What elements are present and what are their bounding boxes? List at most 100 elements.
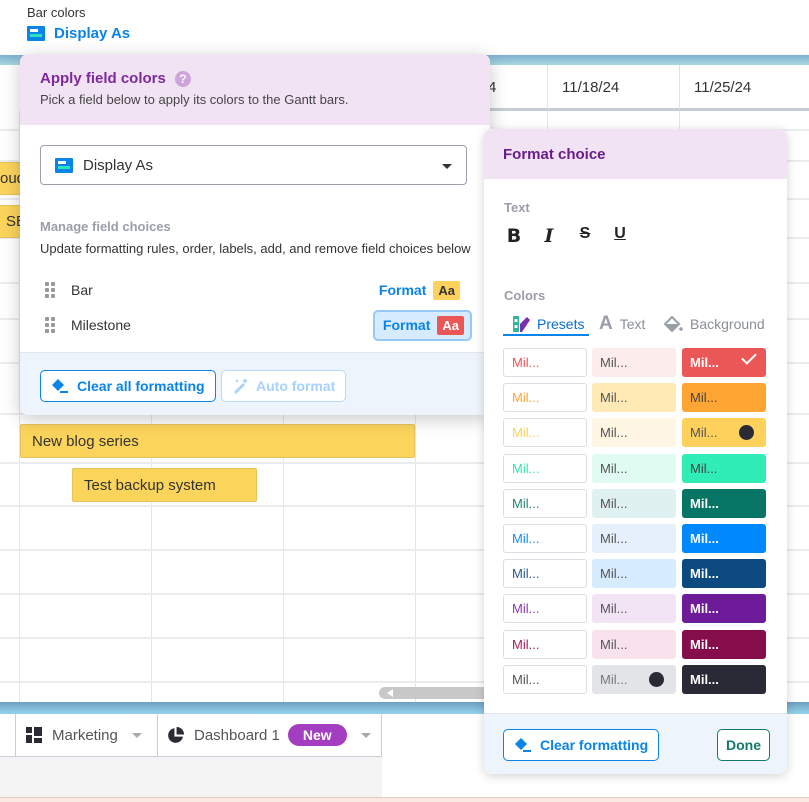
- swatch-label: Mil...: [690, 671, 719, 687]
- color-swatch[interactable]: Mil...: [682, 664, 766, 694]
- underline-button[interactable]: U: [610, 225, 630, 247]
- color-swatch[interactable]: Mil...: [503, 664, 587, 694]
- bold-button[interactable]: B: [504, 225, 524, 247]
- color-swatch[interactable]: Mil...: [503, 348, 587, 377]
- swatch-label: Mil...: [512, 566, 540, 582]
- swatch-label: Mil...: [690, 601, 719, 617]
- swatch-label: Mil...: [690, 636, 719, 652]
- color-swatch[interactable]: Mil...: [592, 348, 676, 377]
- swatch-label: Mil...: [512, 460, 540, 476]
- display-as-link[interactable]: Display As: [27, 25, 130, 42]
- panel-subtitle: Pick a field below to apply its colors t…: [40, 92, 349, 107]
- choice-row-milestone: Milestone Format Aa: [40, 309, 472, 341]
- color-swatch[interactable]: Mil...: [592, 383, 676, 413]
- color-swatch[interactable]: Mil...: [503, 594, 587, 624]
- swatch-label: Mil...: [600, 601, 628, 617]
- color-swatch[interactable]: Mil...: [503, 629, 587, 659]
- swatch-label: Mil...: [690, 355, 719, 370]
- magic-wand-icon: [234, 378, 248, 394]
- swatch-label: Mil...: [512, 671, 540, 687]
- tab-label: Text: [619, 316, 646, 332]
- color-swatch[interactable]: Mil...: [682, 594, 766, 624]
- tab-background-color[interactable]: Background: [664, 313, 765, 335]
- chevron-down-icon[interactable]: [131, 732, 142, 738]
- apply-field-colors-panel: Apply field colors ? Pick a field below …: [20, 54, 490, 415]
- swatch-label: Mil...: [690, 566, 719, 582]
- tab-presets[interactable]: Presets: [513, 313, 584, 335]
- display-as-link-label: Display As: [54, 25, 131, 42]
- color-swatch[interactable]: Mil...: [503, 418, 587, 448]
- tab-label: Background: [690, 316, 765, 332]
- swatch-label: Mil...: [600, 495, 628, 511]
- color-swatch[interactable]: Mil...: [592, 488, 676, 518]
- color-swatch[interactable]: Mil...: [503, 488, 587, 518]
- color-swatch[interactable]: Mil...: [682, 383, 766, 413]
- pie-chart-icon: [168, 726, 184, 743]
- page-bottom-strip: [0, 797, 809, 802]
- help-icon[interactable]: ?: [174, 70, 191, 87]
- strikethrough-button[interactable]: S: [575, 225, 595, 247]
- color-swatch[interactable]: Mil...: [682, 348, 766, 377]
- color-swatch[interactable]: Mil...: [592, 524, 676, 553]
- done-button[interactable]: Done: [717, 729, 770, 761]
- swatch-label: Mil...: [600, 636, 628, 652]
- format-choice-title: Format choice: [484, 129, 787, 179]
- manage-choices-label: Manage field choices: [40, 219, 171, 234]
- color-swatch[interactable]: Mil...: [592, 629, 676, 659]
- display-as-field-icon: [55, 157, 73, 173]
- default-dot-icon: [739, 425, 754, 441]
- italic-button[interactable]: I: [539, 225, 559, 247]
- swatch-label: Mil...: [690, 425, 718, 441]
- bar-colors-label: Bar colors: [27, 5, 86, 20]
- active-tab-indicator: [503, 334, 589, 336]
- tab-marketing[interactable]: Marketing: [15, 714, 157, 756]
- format-preview-chip: Aa: [437, 315, 464, 335]
- check-icon: [741, 349, 757, 365]
- drag-handle-icon[interactable]: [45, 282, 55, 298]
- color-swatch[interactable]: Mil...: [503, 559, 587, 589]
- swatch-label: Mil...: [512, 355, 540, 370]
- chevron-down-icon[interactable]: [360, 732, 371, 738]
- color-swatch[interactable]: Mil...: [503, 383, 587, 413]
- color-swatch[interactable]: Mil...: [592, 453, 676, 483]
- text-color-icon: A: [599, 313, 613, 334]
- color-swatch[interactable]: Mil...: [682, 524, 766, 553]
- gantt-bar[interactable]: New blog series: [20, 424, 415, 458]
- apply-field-colors-header: Apply field colors ? Pick a field below …: [20, 54, 490, 125]
- color-swatch[interactable]: Mil...: [682, 559, 766, 589]
- tab-label: Presets: [537, 316, 585, 332]
- default-dot-icon: [649, 671, 664, 687]
- horizontal-scrollbar[interactable]: [379, 687, 489, 699]
- color-swatch[interactable]: Mil...: [682, 488, 766, 518]
- field-select-dropdown[interactable]: Display As: [40, 145, 467, 185]
- tab-text-color[interactable]: A Text: [599, 313, 645, 335]
- manage-choices-description: Update formatting rules, order, labels, …: [40, 241, 471, 256]
- new-badge: New: [287, 724, 347, 746]
- format-button-label: Format: [382, 317, 431, 333]
- auto-format-button[interactable]: Auto format: [221, 370, 347, 402]
- color-swatch[interactable]: Mil...: [682, 418, 766, 448]
- swatch-label: Mil...: [690, 460, 718, 476]
- color-swatch[interactable]: Mil...: [503, 453, 587, 483]
- clear-all-formatting-button[interactable]: Clear all formatting: [40, 370, 216, 402]
- color-swatch[interactable]: Mil...: [682, 453, 766, 483]
- color-swatch[interactable]: Mil...: [503, 524, 587, 553]
- format-button[interactable]: Format Aa: [371, 277, 466, 304]
- color-swatch[interactable]: Mil...: [592, 418, 676, 448]
- format-button[interactable]: Format Aa: [372, 309, 472, 341]
- tab-label: Dashboard 1: [194, 726, 280, 744]
- text-section-label: Text: [504, 200, 530, 215]
- color-swatch[interactable]: Mil...: [592, 559, 676, 589]
- color-swatch[interactable]: Mil...: [592, 594, 676, 624]
- clear-formatting-button[interactable]: Clear formatting: [503, 729, 660, 761]
- color-swatch[interactable]: Mil...: [592, 664, 676, 694]
- format-choice-footer: Clear formatting Done: [484, 713, 787, 774]
- swatch-label: Mil...: [512, 495, 540, 511]
- color-swatch[interactable]: Mil...: [682, 629, 766, 659]
- paint-bucket-icon: [664, 316, 683, 332]
- chevron-down-icon: [442, 164, 452, 169]
- gantt-bar[interactable]: Test backup system: [72, 468, 257, 502]
- drag-handle-icon[interactable]: [45, 317, 55, 333]
- tab-dashboard-1[interactable]: Dashboard 1 New: [157, 714, 382, 756]
- format-preview-chip: Aa: [433, 280, 460, 300]
